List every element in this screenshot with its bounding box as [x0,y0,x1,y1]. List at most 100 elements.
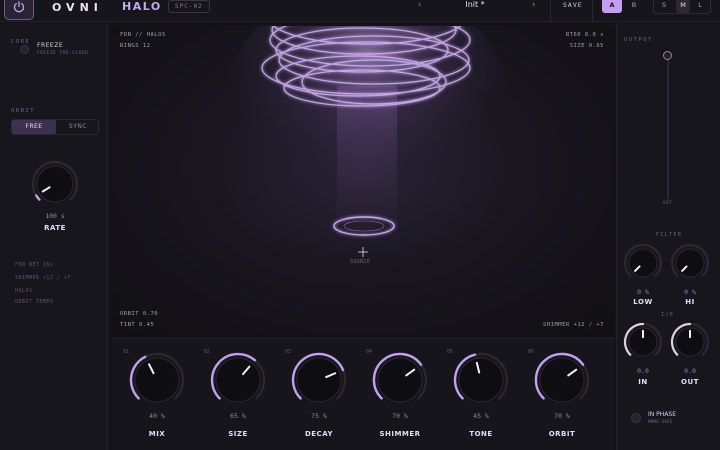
low-cut-knob[interactable] [623,243,663,283]
size-medium-button[interactable]: M [676,0,690,13]
decay-knob[interactable] [291,352,347,408]
out-value: 0.0 [684,367,696,375]
knob-body [458,357,504,403]
output-gain-knob[interactable] [670,322,710,362]
knob-graphic [623,322,663,357]
knob-index: 04 [366,350,372,355]
high-cut-knob[interactable] [670,243,710,283]
knob-body [377,357,423,403]
info-list-item: HALOS [15,289,33,294]
size-value: 65 % [230,412,246,420]
compare-a-button[interactable]: A [602,0,622,13]
phase-label: IN PHASE [648,411,676,418]
mix-label: MIX [148,430,166,438]
shimmer-knob[interactable] [372,352,428,408]
filter-heading: FILTER [656,233,683,238]
freeze-sublabel: FREEZE THE CLOUD [37,51,89,56]
knob-body [628,248,658,278]
knob-index: 01 [123,350,129,355]
size-small-button[interactable]: S [657,0,671,13]
fader-track [667,55,669,199]
prev-preset-button[interactable]: ‹ [417,0,422,10]
fader-thumb[interactable] [663,51,672,60]
size-large-button[interactable]: L [693,0,707,13]
readout-rings: RINGS 12 [120,43,151,49]
orbit-knob[interactable] [534,352,590,408]
knob-body [36,165,74,203]
readout-size: SIZE 0.65 [569,43,604,49]
knob-index: 06 [528,350,534,355]
readout-orbit: ORBIT 0.70 [120,311,159,317]
knob-body [215,357,261,403]
shimmer-value: 70 % [392,412,408,420]
save-button[interactable]: SAVE [563,1,583,9]
knob-index: 03 [285,350,291,355]
decay-label: DECAY [304,430,334,438]
phase-toggle[interactable] [631,413,641,423]
orbit-heading: ORBIT [11,108,36,114]
knob-graphic [31,160,79,203]
input-gain-knob[interactable] [623,322,663,362]
mix-knob[interactable] [129,352,185,408]
knob-graphic [129,352,185,403]
preset-name[interactable]: Init * [440,0,510,9]
io-heading: I/O [661,313,675,318]
knob-body [675,248,705,278]
orbit-label: ORBIT [548,430,576,438]
hi-value: 0 % [684,288,696,296]
knob-value-arc [35,194,41,201]
tone-value: 45 % [473,412,489,420]
knob-body [134,357,180,403]
next-preset-button[interactable]: › [531,0,536,10]
top-bar: OVNI HALO SPC-02 ‹ Init * › SAVE A B S M… [0,0,720,22]
rate-label: RATE [44,224,66,232]
readout-network: FDN // HALOS [120,32,166,38]
core-heading: CORE [11,39,31,45]
orbit-mode-switch: FREE SYNC [11,119,99,135]
size-knob[interactable] [210,352,266,408]
power-button[interactable] [4,0,34,20]
knob-graphic [534,352,590,403]
compare-b-button[interactable]: B [624,0,644,13]
model-badge: SPC-02 [168,0,210,13]
decay-value: 75 % [311,412,327,420]
out-label: OUT [681,378,699,386]
halo-visualizer[interactable]: FDN // HALOS RINGS 12 RT60 8.0 s SIZE 0.… [112,26,614,336]
knob-graphic [623,243,663,278]
freeze-toggle[interactable] [20,45,29,54]
knob-body [539,357,585,403]
tone-label: TONE [469,430,493,438]
info-list-item: ORBIT TEMPO [15,300,54,305]
knob-body [296,357,342,403]
fader-label: OUT [663,200,673,205]
readout-tint: TINT 0.45 [120,322,155,328]
knob-index: 05 [447,350,453,355]
freeze-label: FREEZE [37,42,64,49]
output-fader[interactable] [663,51,673,199]
orbit-sync-button[interactable]: SYNC [56,120,100,134]
readout-shimmer: SHIMMER +12 / +7 [543,322,604,328]
tone-knob[interactable] [453,352,509,408]
knob-graphic [453,352,509,403]
divider [550,0,551,22]
orbit-free-button[interactable]: FREE [12,120,56,134]
orbit-value: 70 % [554,412,570,420]
knob-index: 02 [204,350,210,355]
info-list-item: SHIMMER +12 / +7 [15,276,71,281]
mix-value: 40 % [149,412,165,420]
left-panel [0,23,108,450]
rate-knob[interactable] [31,160,79,208]
rate-value: 100 s [45,212,65,220]
shimmer-label: SHIMMER [379,430,421,438]
knob-graphic [291,352,347,403]
halo-rings-graphic [227,26,507,257]
source-label: SOURCE [350,260,371,265]
knob-graphic [210,352,266,403]
power-icon [13,1,25,13]
product-name: HALO [122,0,162,13]
readout-rt60: RT60 8.0 s [565,32,604,38]
hi-label: HI [685,298,695,306]
info-list-item: FDN NET 16x [15,263,54,268]
knob-graphic [372,352,428,403]
knob-graphic [670,322,710,357]
